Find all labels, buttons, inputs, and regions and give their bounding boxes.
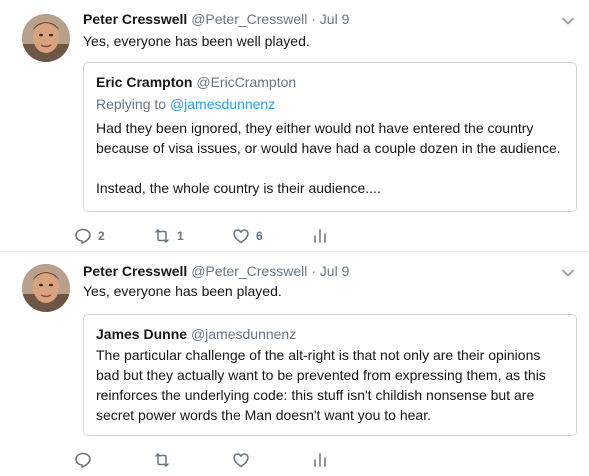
heart-icon [233, 453, 249, 468]
retweet-icon [155, 453, 169, 467]
tweet-text: Yes, everyone has been played. [83, 283, 282, 299]
replying-to-link[interactable]: @jamesdunnenz [170, 96, 275, 112]
tweet-header: Peter Cresswell @Peter_Cresswell · Jul 9 [83, 262, 349, 280]
tweet-actions: 2 1 6 [74, 226, 390, 246]
chevron-down-icon[interactable] [561, 14, 575, 28]
analytics-button[interactable] [311, 451, 390, 469]
like-count: 6 [256, 229, 263, 243]
tweet[interactable]: Peter Cresswell @Peter_Cresswell · Jul 9… [0, 252, 589, 476]
avatar[interactable] [22, 264, 70, 312]
analytics-button[interactable] [311, 227, 390, 245]
tweet-text: Yes, everyone has been well played. [83, 33, 310, 49]
quoted-tweet-header: Eric Crampton @EricCrampton [96, 73, 564, 91]
quoted-author-handle: @jamesdunnenz [190, 326, 297, 342]
retweet-icon [155, 229, 169, 243]
quoted-tweet-header: James Dunne @jamesdunnenz [96, 325, 564, 343]
quoted-author-name: Eric Crampton [96, 74, 193, 90]
reply-count: 2 [98, 229, 105, 243]
author-name[interactable]: Peter Cresswell [83, 263, 187, 279]
replying-to-prefix: Replying to [96, 96, 170, 112]
tweet-actions [74, 450, 390, 470]
tweet-date[interactable]: Jul 9 [320, 11, 350, 27]
retweet-button[interactable] [153, 451, 232, 469]
reply-button[interactable] [74, 451, 153, 469]
tweet-header: Peter Cresswell @Peter_Cresswell · Jul 9 [83, 10, 349, 28]
retweet-count: 1 [177, 229, 184, 243]
replying-to: Replying to @jamesdunnenz [96, 95, 564, 113]
tweet-date[interactable]: Jul 9 [320, 263, 350, 279]
separator: · [311, 11, 316, 27]
avatar[interactable] [22, 14, 70, 62]
avatar-photo [22, 14, 70, 62]
quoted-tweet-text: The particular challenge of the alt-righ… [96, 347, 546, 423]
author-name[interactable]: Peter Cresswell [83, 11, 187, 27]
heart-icon [233, 229, 249, 244]
quoted-tweet-text: Had they been ignored, they either would… [96, 120, 561, 196]
reply-icon [75, 228, 91, 244]
tweet[interactable]: Peter Cresswell @Peter_Cresswell · Jul 9… [0, 0, 589, 252]
chevron-down-icon[interactable] [561, 266, 575, 280]
author-handle[interactable]: @Peter_Cresswell [191, 11, 307, 27]
analytics-icon [314, 453, 326, 467]
quoted-author-handle: @EricCrampton [196, 74, 297, 90]
separator: · [311, 263, 316, 279]
like-button[interactable]: 6 [232, 227, 311, 245]
quoted-author-name: James Dunne [96, 326, 188, 342]
quoted-tweet[interactable]: James Dunne @jamesdunnenz The particular… [83, 314, 577, 436]
like-button[interactable] [232, 451, 311, 469]
reply-button[interactable]: 2 [74, 227, 153, 245]
reply-icon [75, 452, 91, 468]
quoted-tweet[interactable]: Eric Crampton @EricCrampton Replying to … [83, 62, 577, 212]
analytics-icon [314, 229, 326, 243]
avatar-photo [22, 264, 70, 312]
retweet-button[interactable]: 1 [153, 227, 232, 245]
author-handle[interactable]: @Peter_Cresswell [191, 263, 307, 279]
